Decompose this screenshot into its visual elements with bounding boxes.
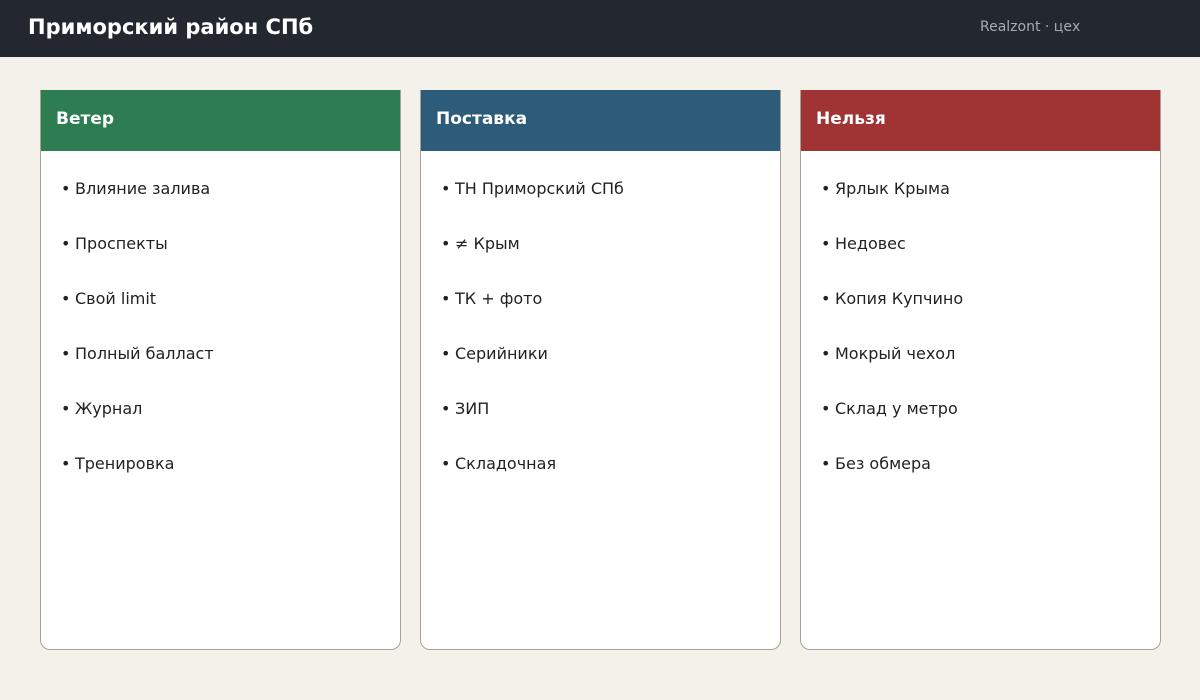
card-wind: Ветер • Влияние залива • Проспекты • Свой l… <box>40 90 401 650</box>
list-item-label: ТК + фото <box>455 289 543 308</box>
list-item: • Ярлык Крыма <box>821 179 963 234</box>
list-item: • Полный балласт <box>61 344 214 399</box>
bullet-icon: • <box>61 289 71 308</box>
bullet-icon: • <box>61 179 71 198</box>
card-title: Поставка <box>436 109 528 129</box>
list-item-label: Полный балласт <box>75 344 214 363</box>
list-item: • ТК + фото <box>441 289 624 344</box>
card-title: Ветер <box>56 109 115 129</box>
list-item: • ЗИП <box>441 399 624 454</box>
list-item-label: Складочная <box>455 454 557 473</box>
list-item: • Складочная <box>441 454 624 509</box>
card-item-list: • Ярлык Крыма • Недовес • Копия Купчино • Мо… <box>821 179 963 509</box>
list-item-label: Свой limit <box>75 289 157 308</box>
card-header: Поставка <box>421 90 780 151</box>
bullet-icon: • <box>441 344 451 363</box>
list-item: • Влияние залива <box>61 179 214 234</box>
top-header: Приморский район СПб Realzont · цех <box>0 0 1200 57</box>
bullet-icon: • <box>441 234 451 253</box>
card-header: Нельзя <box>801 90 1160 151</box>
bullet-icon: • <box>821 399 831 418</box>
bullet-icon: • <box>821 454 831 473</box>
list-item-label: Проспекты <box>75 234 168 253</box>
list-item-label: Мокрый чехол <box>835 344 956 363</box>
bullet-icon: • <box>441 399 451 418</box>
list-item-label: Влияние залива <box>75 179 211 198</box>
list-item: • Без обмера <box>821 454 963 509</box>
list-item: • Свой limit <box>61 289 214 344</box>
list-item-label: Недовес <box>835 234 906 253</box>
list-item: • Журнал <box>61 399 214 454</box>
list-item-label: Ярлык Крыма <box>835 179 950 198</box>
card-item-list: • Влияние залива • Проспекты • Свой limit •… <box>61 179 214 509</box>
list-item: • Склад у метро <box>821 399 963 454</box>
list-item-label: Без обмера <box>835 454 931 473</box>
card-item-list: • ТН Приморский СПб • ≠ Крым • ТК + фото • С… <box>441 179 624 509</box>
bullet-icon: • <box>61 399 71 418</box>
bullet-icon: • <box>441 289 451 308</box>
bullet-icon: • <box>61 234 71 253</box>
bullet-icon: • <box>61 344 71 363</box>
list-item: • Серийники <box>441 344 624 399</box>
bullet-icon: • <box>441 454 451 473</box>
card-header: Ветер <box>41 90 400 151</box>
list-item-label: ТН Приморский СПб <box>455 179 624 198</box>
list-item-label: Тренировка <box>75 454 175 473</box>
list-item-label: Склад у метро <box>835 399 958 418</box>
list-item: • Копия Купчино <box>821 289 963 344</box>
bullet-icon: • <box>821 289 831 308</box>
list-item-label: Серийники <box>455 344 548 363</box>
page-title: Приморский район СПб <box>28 15 314 39</box>
brand-label: Realzont · цех <box>980 19 1081 35</box>
list-item: • ≠ Крым <box>441 234 624 289</box>
card-title: Нельзя <box>816 109 886 129</box>
list-item-label: Журнал <box>75 399 143 418</box>
list-item: • Проспекты <box>61 234 214 289</box>
list-item-label: Копия Купчино <box>835 289 964 308</box>
bullet-icon: • <box>61 454 71 473</box>
card-forbidden: Нельзя • Ярлык Крыма • Недовес • Копия Купч… <box>800 90 1161 650</box>
list-item: • Мокрый чехол <box>821 344 963 399</box>
list-item: • Недовес <box>821 234 963 289</box>
list-item: • ТН Приморский СПб <box>441 179 624 234</box>
list-item: • Тренировка <box>61 454 214 509</box>
bullet-icon: • <box>821 234 831 253</box>
bullet-icon: • <box>441 179 451 198</box>
list-item-label: ЗИП <box>455 399 490 418</box>
card-supply: Поставка • ТН Приморский СПб • ≠ Крым • ТК … <box>420 90 781 650</box>
bullet-icon: • <box>821 344 831 363</box>
list-item-label: ≠ Крым <box>455 234 520 253</box>
bullet-icon: • <box>821 179 831 198</box>
